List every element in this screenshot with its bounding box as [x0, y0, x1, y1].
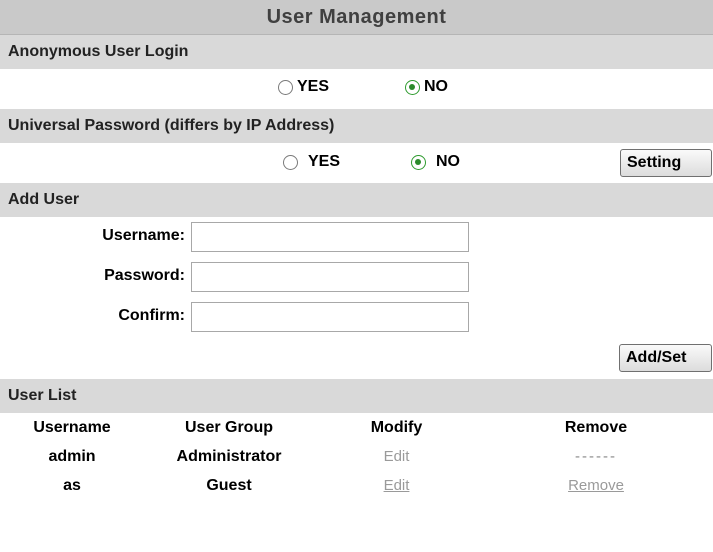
table-row: admin Administrator Edit ------ — [0, 442, 713, 471]
add-user-section-header: Add User — [0, 183, 713, 217]
confirm-input[interactable] — [191, 302, 469, 332]
anonymous-login-section-header: Anonymous User Login — [0, 35, 713, 69]
edit-link[interactable]: Edit — [384, 477, 410, 494]
table-row: as Guest Edit Remove — [0, 471, 713, 500]
table-header-row: Username User Group Modify Remove — [0, 413, 713, 442]
add-set-button[interactable]: Add/Set — [619, 344, 712, 372]
anonymous-no-label: NO — [424, 78, 448, 95]
panel-title: User Management — [0, 0, 713, 35]
remove-link[interactable]: Remove — [568, 477, 624, 494]
column-header-remove: Remove — [564, 418, 628, 436]
confirm-label: Confirm: — [118, 307, 185, 324]
user-username-cell: admin — [48, 447, 96, 465]
radio-checked-icon — [405, 79, 420, 95]
anonymous-no-radio[interactable]: NO — [405, 78, 448, 96]
add-user-actions: Add/Set — [0, 337, 713, 379]
universal-password-section-header: Universal Password (differs by IP Addres… — [0, 109, 713, 143]
edit-link[interactable]: Edit — [384, 448, 410, 465]
password-input[interactable] — [191, 262, 469, 292]
password-row: Password: — [0, 257, 713, 297]
username-input[interactable] — [191, 222, 469, 252]
username-row: Username: — [0, 217, 713, 257]
setting-button[interactable]: Setting — [620, 149, 712, 177]
user-management-panel: User Management Anonymous User Login YES… — [0, 0, 713, 552]
universal-no-radio[interactable]: NO — [411, 153, 460, 171]
universal-password-options: YES NO Setting — [0, 143, 713, 183]
universal-yes-label: YES — [308, 153, 341, 170]
user-list-section-header: User List — [0, 379, 713, 413]
radio-unchecked-icon — [283, 154, 298, 170]
anonymous-yes-label: YES — [297, 78, 330, 95]
anonymous-login-options: YES NO — [0, 69, 713, 109]
column-header-user-group: User Group — [184, 418, 273, 436]
password-label: Password: — [104, 267, 185, 284]
user-list-table: Username User Group Modify Remove admin … — [0, 413, 713, 500]
user-group-cell: Administrator — [176, 447, 282, 465]
anonymous-yes-radio[interactable]: YES — [278, 78, 329, 96]
column-header-username: Username — [33, 418, 111, 436]
user-username-cell: as — [63, 476, 81, 494]
column-header-modify: Modify — [370, 418, 423, 436]
confirm-row: Confirm: — [0, 297, 713, 337]
user-group-cell: Guest — [206, 476, 252, 494]
username-label: Username: — [102, 227, 185, 244]
remove-unavailable: ------ — [575, 447, 617, 465]
radio-checked-icon — [411, 154, 426, 170]
universal-yes-radio[interactable]: YES — [283, 153, 340, 171]
radio-unchecked-icon — [278, 79, 293, 95]
universal-no-label: NO — [436, 153, 460, 170]
